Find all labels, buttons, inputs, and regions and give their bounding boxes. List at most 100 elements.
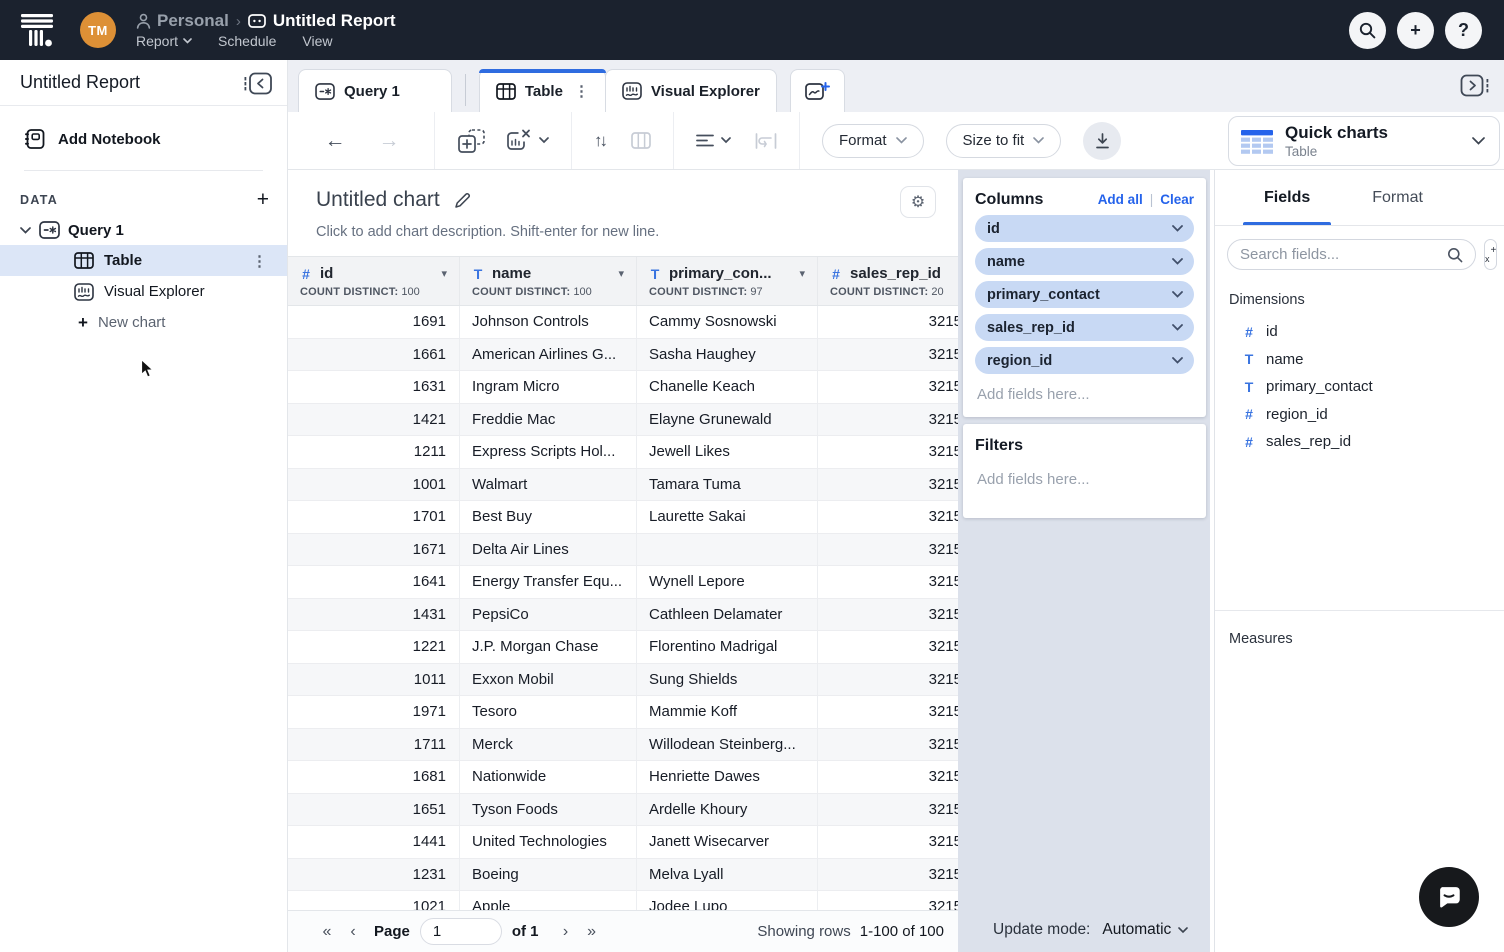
cell-name[interactable]: Freddie Mac (460, 404, 637, 436)
cell-name[interactable]: Express Scripts Hol... (460, 436, 637, 468)
download-button[interactable] (1083, 122, 1121, 160)
cell-primary_con...[interactable]: Florentino Madrigal (637, 631, 818, 663)
pill-chevron[interactable] (1172, 258, 1183, 265)
cell-id[interactable]: 1641 (288, 566, 460, 598)
cell-name[interactable]: Walmart (460, 469, 637, 501)
tab-query-1[interactable]: Query 1 (298, 69, 452, 112)
cell-id[interactable]: 1211 (288, 436, 460, 468)
cell-name[interactable]: Merck (460, 729, 637, 761)
cell-name[interactable]: Ingram Micro (460, 371, 637, 403)
add-all-link[interactable]: Add all (1098, 192, 1143, 207)
sidebar-item-visual-explorer[interactable]: Visual Explorer (0, 276, 287, 307)
manage-columns-button[interactable] (631, 132, 651, 149)
expand-panel-icon[interactable] (1460, 72, 1490, 98)
cell-name[interactable]: Tyson Foods (460, 794, 637, 826)
breadcrumb-workspace[interactable]: Personal (136, 11, 229, 31)
cell-id[interactable]: 1701 (288, 501, 460, 533)
redo-button[interactable]: → (366, 129, 412, 153)
cell-name[interactable]: Best Buy (460, 501, 637, 533)
cell-id[interactable]: 1671 (288, 534, 460, 566)
cell-name[interactable]: Johnson Controls (460, 306, 637, 338)
chart-title[interactable]: Untitled chart (316, 188, 440, 212)
sort-rows-button[interactable]: ↑↓ (594, 131, 605, 151)
support-chat-button[interactable] (1419, 867, 1479, 927)
help-button[interactable]: ? (1445, 12, 1482, 49)
tab-options-kebab-icon[interactable]: ⋮ (574, 82, 589, 100)
search-fields-box[interactable] (1227, 239, 1476, 270)
column-menu-caret-icon[interactable]: ▾ (799, 267, 805, 280)
add-formula-field-button[interactable]: x+ (1484, 239, 1497, 270)
add-button[interactable]: + (1397, 12, 1434, 49)
pill-chevron[interactable] (1172, 324, 1183, 331)
format-button[interactable]: Format (822, 124, 924, 158)
new-chart-tab-button[interactable] (790, 69, 845, 112)
page-number-input[interactable] (420, 918, 502, 945)
avatar[interactable]: TM (80, 12, 116, 48)
menu-view[interactable]: View (302, 33, 332, 49)
quick-charts-dropdown[interactable]: Quick charts Table (1228, 116, 1500, 166)
menu-report[interactable]: Report (136, 33, 192, 49)
cell-id[interactable]: 1681 (288, 761, 460, 793)
cell-primary_con...[interactable]: Elayne Grunewald (637, 404, 818, 436)
cell-primary_con...[interactable]: Wynell Lepore (637, 566, 818, 598)
column-menu-caret-icon[interactable]: ▾ (618, 267, 624, 280)
pill-chevron[interactable] (1172, 225, 1183, 232)
cell-primary_con...[interactable]: Henriette Dawes (637, 761, 818, 793)
prev-page-button[interactable]: ‹ (340, 923, 366, 941)
column-menu-caret-icon[interactable]: ▾ (441, 267, 447, 280)
sidebar-item-query[interactable]: Query 1 (0, 207, 287, 245)
dimension-id[interactable]: #id (1215, 318, 1504, 346)
column-header-name[interactable]: Tname▾COUNT DISTINCT: 100 (460, 257, 637, 305)
menu-schedule[interactable]: Schedule (218, 33, 276, 49)
dimension-primary_contact[interactable]: Tprimary_contact (1215, 373, 1504, 401)
cell-id[interactable]: 1221 (288, 631, 460, 663)
tab-visual-explorer[interactable]: Visual Explorer (605, 69, 777, 112)
cell-id[interactable]: 1711 (288, 729, 460, 761)
last-page-button[interactable]: » (579, 923, 605, 941)
cell-name[interactable]: Boeing (460, 859, 637, 891)
cell-name[interactable]: J.P. Morgan Chase (460, 631, 637, 663)
cell-primary_con...[interactable]: Cammy Sosnowski (637, 306, 818, 338)
column-pill-name[interactable]: name (975, 248, 1194, 275)
add-notebook-button[interactable]: Add Notebook (0, 106, 287, 150)
search-button[interactable] (1349, 12, 1386, 49)
cell-primary_con...[interactable]: Jodee Lupo (637, 891, 818, 910)
cell-primary_con...[interactable]: Tamara Tuma (637, 469, 818, 501)
cell-primary_con...[interactable]: Cathleen Delamater (637, 599, 818, 631)
cell-primary_con...[interactable]: Ardelle Khoury (637, 794, 818, 826)
cell-name[interactable]: PepsiCo (460, 599, 637, 631)
cell-id[interactable]: 1971 (288, 696, 460, 728)
dimension-name[interactable]: Tname (1215, 346, 1504, 374)
cell-primary_con...[interactable]: Sung Shields (637, 664, 818, 696)
chart-settings-button[interactable]: ⚙ (900, 186, 936, 218)
duplicate-chart-button[interactable] (457, 128, 487, 154)
column-pill-region_id[interactable]: region_id (975, 347, 1194, 374)
cell-id[interactable]: 1691 (288, 306, 460, 338)
update-mode-select[interactable]: Automatic (1102, 921, 1188, 939)
tab-table[interactable]: Table ⋮ (479, 69, 606, 112)
cell-name[interactable]: Exxon Mobil (460, 664, 637, 696)
column-pill-sales_rep_id[interactable]: sales_rep_id (975, 314, 1194, 341)
pill-chevron[interactable] (1172, 357, 1183, 364)
breadcrumb-report[interactable]: Untitled Report (248, 11, 396, 31)
cell-primary_con...[interactable]: Sasha Haughey (637, 339, 818, 371)
cell-id[interactable]: 1011 (288, 664, 460, 696)
sidebar-item-new-chart[interactable]: + New chart (0, 307, 287, 338)
dimension-sales_rep_id[interactable]: #sales_rep_id (1215, 428, 1504, 456)
app-logo-icon[interactable] (20, 12, 54, 48)
add-data-button[interactable]: + (257, 193, 269, 207)
clear-link[interactable]: Clear (1160, 192, 1194, 207)
cell-id[interactable]: 1441 (288, 826, 460, 858)
tab-fields[interactable]: Fields (1261, 170, 1313, 225)
cell-primary_con...[interactable]: Willodean Steinberg... (637, 729, 818, 761)
cell-name[interactable]: Nationwide (460, 761, 637, 793)
wrap-text-button[interactable] (755, 133, 777, 149)
column-pill-primary_contact[interactable]: primary_contact (975, 281, 1194, 308)
column-header-primary_con...[interactable]: Tprimary_con...▾COUNT DISTINCT: 97 (637, 257, 818, 305)
cell-primary_con...[interactable]: Chanelle Keach (637, 371, 818, 403)
cell-primary_con...[interactable]: Mammie Koff (637, 696, 818, 728)
cell-name[interactable]: Energy Transfer Equ... (460, 566, 637, 598)
filters-add-fields-placeholder[interactable]: Add fields here... (975, 471, 1194, 488)
tab-format[interactable]: Format (1369, 170, 1426, 225)
collapse-sidebar-icon[interactable] (243, 70, 273, 96)
